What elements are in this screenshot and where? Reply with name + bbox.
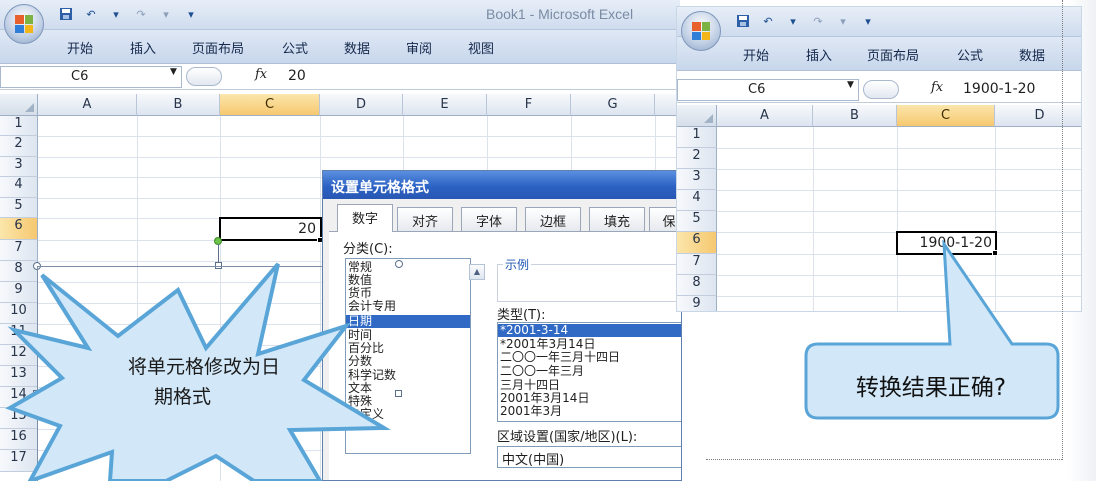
fx-icon[interactable]: fx (255, 67, 267, 82)
type-label: 类型(T): (497, 308, 546, 323)
gridline (717, 211, 1081, 212)
name-box[interactable]: C6 (0, 66, 182, 88)
gridline (38, 136, 680, 137)
tab-home[interactable]: 开始 (67, 38, 93, 57)
formula-bar: C6 ▼ fx 1900-1-20 (677, 77, 1081, 103)
row-header[interactable]: 9 (677, 296, 717, 311)
quick-access-toolbar: ↶ ▾ ↷ ▾ ▾ Book1 - Microsoft Excel (0, 0, 680, 30)
locale-label: 区域设置(国家/地区)(L): (497, 430, 638, 445)
list-item[interactable]: 2001年3月 (498, 405, 681, 418)
undo-icon[interactable]: ↶ (760, 13, 776, 29)
row-header[interactable]: 3 (0, 157, 38, 177)
tab-page-layout[interactable]: 页面布局 (867, 45, 919, 64)
row-header-selected[interactable]: 6 (677, 232, 717, 254)
name-box[interactable]: C6 (677, 79, 859, 101)
save-icon[interactable] (735, 13, 751, 29)
dropdown-chevron-icon[interactable]: ▾ (158, 6, 174, 22)
column-header[interactable]: A (717, 105, 813, 127)
row-header[interactable]: 1 (0, 116, 38, 136)
row-header[interactable]: 2 (677, 148, 717, 169)
select-all-corner[interactable] (0, 94, 38, 116)
tab-fill[interactable]: 填充 (589, 207, 645, 231)
formula-value[interactable]: 20 (288, 68, 306, 84)
ribbon-tabs: 开始 插入 页面布局 公式 数据 (677, 37, 1081, 71)
dropdown-chevron-icon[interactable]: ▾ (785, 13, 801, 29)
column-header[interactable]: D (320, 94, 403, 116)
row-header[interactable]: 8 (677, 275, 717, 296)
locale-select[interactable]: 中文(中国) (497, 446, 681, 468)
select-all-corner[interactable] (677, 105, 717, 127)
tab-view[interactable]: 视图 (468, 38, 494, 57)
dropdown-chevron-icon[interactable]: ▾ (108, 6, 124, 22)
tab-border[interactable]: 边框 (525, 207, 581, 231)
row-header[interactable]: 1 (677, 127, 717, 148)
gridline (717, 169, 1081, 170)
quick-access-icons: ↶ ▾ ↷ ▾ ▾ (735, 13, 876, 29)
tab-formulas[interactable]: 公式 (282, 38, 308, 57)
tab-formulas[interactable]: 公式 (957, 45, 983, 64)
list-item[interactable]: 二〇〇一年三月 (498, 365, 681, 378)
quick-access-toolbar: ↶ ▾ ↷ ▾ ▾ (677, 7, 1081, 37)
column-header[interactable]: G (571, 94, 655, 116)
tab-home[interactable]: 开始 (743, 45, 769, 64)
type-list[interactable]: *2001-3-14 *2001年3月14日 二〇〇一年三月十四日 二〇〇一年三… (497, 322, 681, 422)
column-header[interactable]: F (487, 94, 571, 116)
column-header[interactable]: B (813, 105, 897, 127)
row-header[interactable]: 2 (0, 136, 38, 157)
column-header[interactable]: B (137, 94, 220, 116)
list-item[interactable]: 二〇〇一年三月十四日 (498, 351, 681, 364)
qat-dropdown-icon[interactable]: ▾ (183, 6, 199, 22)
gridline (717, 190, 1081, 191)
redo-icon[interactable]: ↷ (133, 6, 149, 22)
window-title: Book1 - Microsoft Excel (486, 6, 634, 22)
burst-line-1: 将单元格修改为日 (128, 356, 281, 378)
undo-icon[interactable]: ↶ (83, 6, 99, 22)
redo-icon[interactable]: ↷ (810, 13, 826, 29)
formula-bar-cancel-icon[interactable] (186, 67, 222, 86)
row-header[interactable]: 5 (0, 198, 38, 218)
ribbon-tabs: 开始 插入 页面布局 公式 数据 审阅 视图 (0, 30, 680, 64)
column-header[interactable]: D (995, 105, 1081, 127)
column-header[interactable]: A (38, 94, 137, 116)
sample-label: 示例 (503, 256, 532, 273)
dialog-title[interactable]: 设置单元格格式 (323, 171, 681, 199)
row-header[interactable]: 4 (0, 177, 38, 198)
tab-number[interactable]: 数字 (337, 204, 393, 232)
column-header[interactable]: E (403, 94, 487, 116)
tab-alignment[interactable]: 对齐 (397, 207, 453, 231)
row-header[interactable]: 3 (677, 169, 717, 190)
column-header-selected[interactable]: C (897, 105, 995, 127)
tab-page-layout[interactable]: 页面布局 (192, 38, 244, 57)
scroll-up-icon[interactable]: ▲ (469, 264, 485, 280)
save-icon[interactable] (58, 6, 74, 22)
gridline (717, 148, 1081, 149)
tab-data[interactable]: 数据 (344, 38, 370, 57)
tab-data[interactable]: 数据 (1019, 45, 1045, 64)
dropdown-chevron-icon[interactable]: ▾ (835, 13, 851, 29)
formula-bar: C6 ▼ fx 20 (0, 64, 680, 90)
qat-dropdown-icon[interactable]: ▾ (860, 13, 876, 29)
formula-bar-cancel-icon[interactable] (863, 80, 899, 99)
row-header[interactable]: 4 (677, 190, 717, 211)
name-box-dropdown-icon[interactable]: ▼ (170, 67, 177, 77)
tab-insert[interactable]: 插入 (130, 38, 156, 57)
formula-value[interactable]: 1900-1-20 (963, 81, 1035, 97)
fx-icon[interactable]: fx (931, 80, 943, 95)
office-orb-icon[interactable] (681, 11, 721, 51)
quick-access-icons: ↶ ▾ ↷ ▾ ▾ (58, 6, 199, 22)
burst-callout-text: 将单元格修改为日 期格式 (128, 352, 328, 412)
tab-insert[interactable]: 插入 (806, 45, 832, 64)
burst-line-2: 期格式 (154, 386, 212, 408)
row-header[interactable]: 7 (677, 254, 717, 275)
tab-review[interactable]: 审阅 (406, 38, 432, 57)
tab-font[interactable]: 字体 (461, 207, 517, 231)
speech-callout-text: 转换结果正确? (855, 375, 1007, 401)
list-item-selected[interactable]: *2001-3-14 (498, 324, 681, 337)
dotted-frame (706, 459, 1062, 460)
gridline (38, 157, 680, 158)
row-header[interactable]: 5 (677, 211, 717, 232)
name-box-dropdown-icon[interactable]: ▼ (847, 80, 854, 90)
office-orb-icon[interactable] (4, 4, 44, 44)
column-header-selected[interactable]: C (220, 94, 320, 116)
